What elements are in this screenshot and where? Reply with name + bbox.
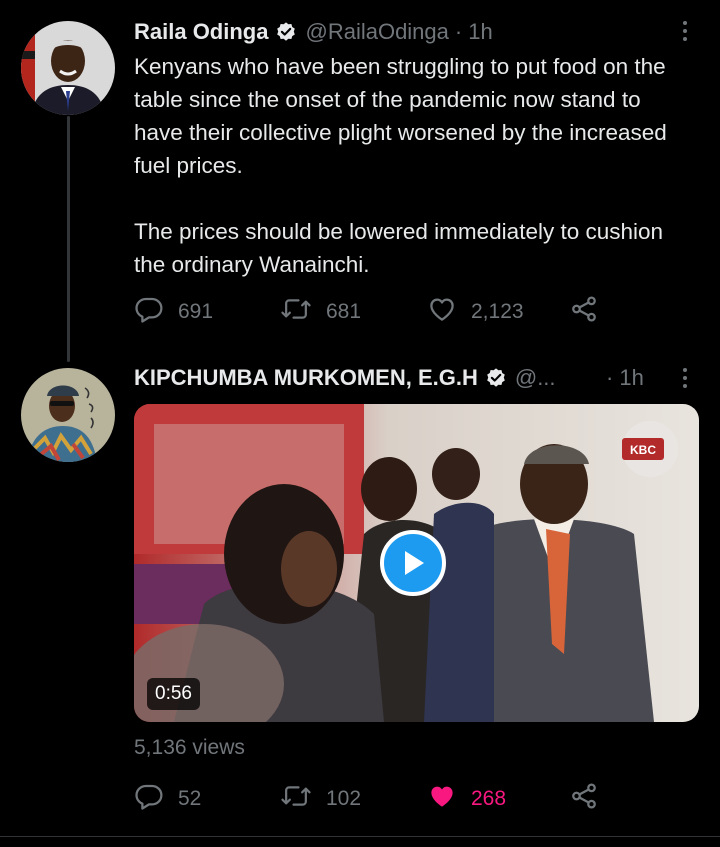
tweet1-text-paragraph-2: The prices should be lowered immediately… <box>134 219 664 277</box>
play-button[interactable] <box>380 530 446 596</box>
verified-badge-icon <box>485 367 507 389</box>
tweet2-reply-count: 52 <box>178 787 202 810</box>
verified-badge-icon <box>275 21 297 43</box>
retweet-icon <box>280 294 312 330</box>
reply-icon <box>134 294 164 330</box>
tweet1-like-count: 2,123 <box>471 300 524 323</box>
tweet2-like-button[interactable]: 268 <box>427 782 506 816</box>
tweet2-reply-button[interactable]: 52 <box>134 782 201 816</box>
tweet1-reply-button[interactable]: 691 <box>134 295 213 329</box>
avatar-murkomen[interactable] <box>21 368 115 462</box>
video-duration: 0:56 <box>147 678 200 710</box>
like-icon <box>427 294 457 330</box>
tweet2-retweet-button[interactable]: 102 <box>280 782 361 816</box>
share-icon <box>569 294 599 330</box>
tweet1-author-name[interactable]: Raila Odinga <box>134 19 268 45</box>
avatar-raila[interactable] <box>21 21 115 115</box>
tweet2-handle[interactable]: @... <box>515 365 556 391</box>
tweet1-header: Raila Odinga @RailaOdinga · 1h <box>134 17 493 47</box>
tweet2-author-name[interactable]: KIPCHUMBA MURKOMEN, E.G.H <box>134 365 478 391</box>
share-icon <box>569 781 599 817</box>
tweet2-separator: · <box>606 365 614 390</box>
tweet1-like-button[interactable]: 2,123 <box>427 295 524 329</box>
thread-connector-line <box>67 116 70 362</box>
tweet1-text-paragraph-1: Kenyans who have been struggling to put … <box>134 54 667 178</box>
tweet2-timestamp[interactable]: 1h <box>619 365 643 391</box>
video-view-count: 5,136 views <box>134 736 245 759</box>
tweet2-time-group: · 1h <box>600 363 644 393</box>
retweet-icon <box>280 781 312 817</box>
tweet1-retweet-button[interactable]: 681 <box>280 295 361 329</box>
tweet1-handle[interactable]: @RailaOdinga <box>305 19 448 45</box>
like-icon <box>427 781 457 817</box>
video-player[interactable]: KBC 0:56 <box>134 404 699 722</box>
tweet1-separator: · <box>454 19 463 44</box>
tweet2-like-count: 268 <box>471 787 507 810</box>
tweet2-share-button[interactable] <box>569 782 599 816</box>
tweet1-retweet-count: 681 <box>326 300 362 323</box>
tweet1-action-bar: 691 681 2,123 <box>134 295 614 329</box>
tweet2-retweet-count: 102 <box>326 787 362 810</box>
tweet1-reply-count: 691 <box>178 300 214 323</box>
tweet1-timestamp[interactable]: 1h <box>468 19 492 45</box>
tweet1-more-icon[interactable] <box>673 16 697 46</box>
play-icon <box>400 549 426 577</box>
tweet2-header: KIPCHUMBA MURKOMEN, E.G.H @... <box>134 363 556 393</box>
video-channel-logo: KBC <box>630 443 656 457</box>
tweet1-share-button[interactable] <box>569 295 599 329</box>
tweet2-more-icon[interactable] <box>673 363 697 393</box>
reply-icon <box>134 781 164 817</box>
tweet2-action-bar: 52 102 268 <box>134 782 614 816</box>
tweet1-body: Kenyans who have been struggling to put … <box>134 50 694 281</box>
tweet-divider <box>0 836 720 837</box>
